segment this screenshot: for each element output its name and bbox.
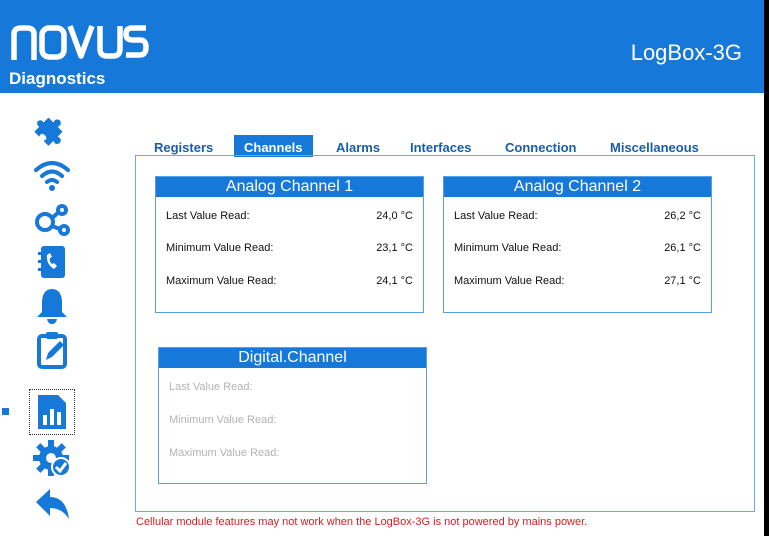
sidebar [0,93,110,536]
tab-registers[interactable]: Registers [154,135,213,157]
bell-icon [37,289,67,324]
row-value: 23,1 °C [376,242,413,254]
tab-connection[interactable]: Connection [505,135,577,157]
wifi-icon [34,161,70,191]
phone-book-icon [38,246,65,278]
row-label: Minimum Value Read: [169,414,277,426]
row-value: 24,1 °C [376,275,413,287]
header-bar: Diagnostics LogBox-3G [0,0,764,93]
row-label: Last Value Read: [454,210,538,222]
channels-content: Analog Channel 1 Last Value Read: 24,0 °… [135,155,755,512]
sidebar-item-back[interactable] [30,482,74,526]
app-window: Diagnostics LogBox-3G Registers Channels… [0,0,764,536]
row-value: 27,1 °C [664,275,701,287]
row-label: Minimum Value Read: [166,242,274,254]
analog-channel-2-panel: Analog Channel 2 Last Value Read: 26,2 °… [443,176,712,313]
active-indicator [2,408,9,415]
row-value: 26,1 °C [664,242,701,254]
network-icon [35,204,70,236]
maximum-value-row: Maximum Value Read: 27,1 °C [454,275,701,289]
row-label: Maximum Value Read: [169,447,280,459]
diagnostics-chart-icon [38,395,66,429]
tab-miscellaneous[interactable]: Miscellaneous [610,135,699,157]
sidebar-item-general[interactable] [30,108,74,152]
panel-title: Digital.Channel [159,348,426,368]
sidebar-item-settings[interactable] [30,436,74,480]
panel-title: Analog Channel 1 [156,177,423,197]
last-value-row: Last Value Read: 24,0 °C [166,210,413,224]
row-value: 24,0 °C [376,210,413,222]
minimum-value-row: Minimum Value Read: [169,414,416,428]
novus-logo-icon [11,25,149,60]
sidebar-item-phonebook[interactable] [30,240,74,284]
row-label: Minimum Value Read: [454,242,562,254]
sidebar-item-wifi[interactable] [30,152,74,196]
device-name: LogBox-3G [630,40,742,65]
power-warning-note: Cellular module features may not work wh… [136,516,588,528]
back-arrow-icon [36,489,69,519]
row-label: Last Value Read: [169,381,253,393]
sidebar-item-alarms[interactable] [30,284,74,328]
tab-channels[interactable]: Channels [234,135,313,157]
gear-check-icon [33,440,71,477]
puzzle-icon [34,117,63,146]
row-label: Maximum Value Read: [454,275,565,287]
novus-logo [10,22,150,65]
clipboard-edit-icon [37,332,67,369]
minimum-value-row: Minimum Value Read: 23,1 °C [166,242,413,256]
tab-alarms[interactable]: Alarms [336,135,380,157]
analog-channel-1-panel: Analog Channel 1 Last Value Read: 24,0 °… [155,176,424,313]
page-title: Diagnostics [9,69,106,88]
sidebar-item-diagnostics[interactable] [29,389,75,435]
maximum-value-row: Maximum Value Read: 24,1 °C [166,275,413,289]
sidebar-item-network[interactable] [30,196,74,240]
minimum-value-row: Minimum Value Read: 26,1 °C [454,242,701,256]
sidebar-item-logging[interactable] [30,328,74,372]
panel-title: Analog Channel 2 [444,177,711,197]
digital-channel-panel: Digital.Channel Last Value Read: Minimum… [158,347,427,484]
row-value: 26,2 °C [664,210,701,222]
last-value-row: Last Value Read: [169,381,416,395]
maximum-value-row: Maximum Value Read: [169,447,416,461]
tab-interfaces[interactable]: Interfaces [410,135,471,157]
last-value-row: Last Value Read: 26,2 °C [454,210,701,224]
row-label: Maximum Value Read: [166,275,277,287]
row-label: Last Value Read: [166,210,250,222]
